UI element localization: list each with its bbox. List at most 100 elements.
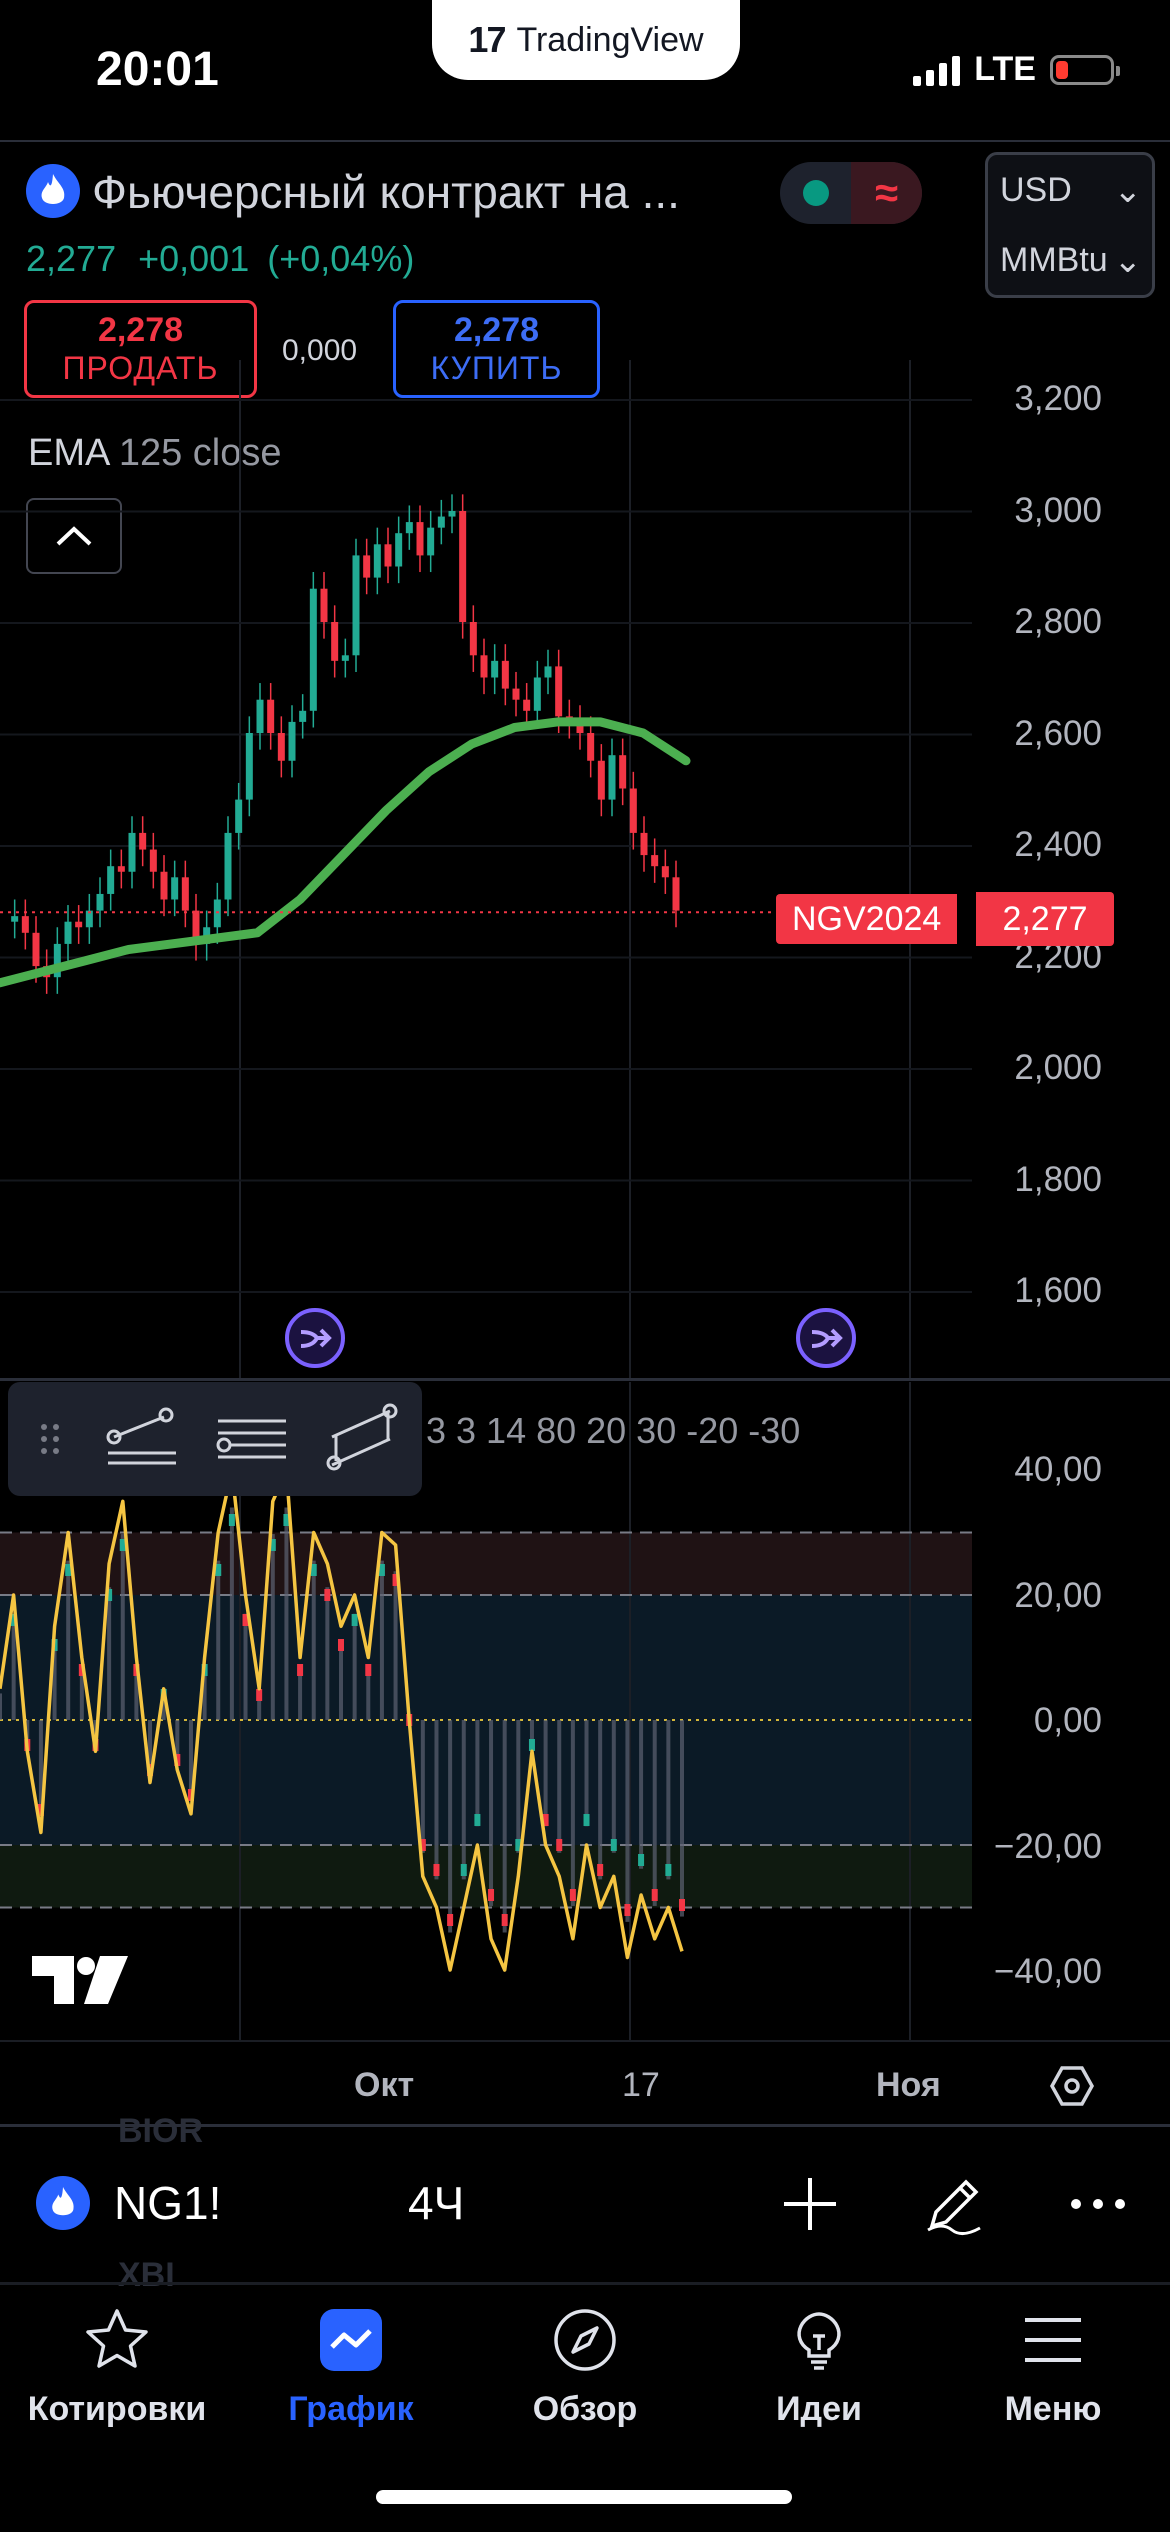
histogram-bar [311, 1560, 316, 1720]
candle-body [299, 710, 307, 722]
tab-chart[interactable]: График [234, 2300, 468, 2440]
horizontal-lines-tool-icon[interactable] [210, 1399, 294, 1479]
histogram-bar [570, 1720, 575, 1906]
last-price-tag: 2,277 [976, 892, 1114, 946]
ema-line [0, 717, 691, 988]
osc-candle [351, 1614, 358, 1626]
plus-icon [784, 2178, 836, 2230]
osc-candle [256, 1689, 263, 1701]
histogram-bar [107, 1587, 112, 1720]
x-axis-line [0, 2040, 1170, 2042]
candle-body [523, 699, 531, 711]
osc-y-tick-label: 20,00 [1014, 1575, 1102, 1615]
histogram-bar [666, 1720, 671, 1880]
flame-icon [26, 164, 80, 218]
interval-button[interactable]: 4Ч [408, 2176, 464, 2230]
histogram-bar [625, 1720, 630, 1922]
candle-body [395, 533, 403, 567]
osc-y-tick-label: 40,00 [1014, 1450, 1102, 1489]
x-tick-label: Окт [354, 2066, 415, 2104]
osc-candle [488, 1889, 495, 1901]
price-chart[interactable] [0, 360, 972, 1380]
drawing-toolbar[interactable] [8, 1382, 422, 1496]
osc-candle [651, 1889, 658, 1901]
symbol-name[interactable]: Фьючерсный контракт на ... [92, 165, 680, 219]
home-indicator[interactable] [376, 2490, 792, 2504]
drag-handle-icon[interactable] [20, 1409, 80, 1469]
status-time: 20:01 [96, 43, 219, 96]
candle-body [117, 866, 125, 872]
drawing-tools-button[interactable] [914, 2164, 994, 2244]
symbol-search-button[interactable]: NG1! [114, 2176, 221, 2230]
star-icon [86, 2309, 148, 2368]
tab-menu[interactable]: Меню [936, 2300, 1170, 2440]
osc-candle [338, 1639, 344, 1651]
x-tick-label: 17 [622, 2066, 660, 2104]
candle-body [171, 877, 179, 900]
tab-ideas[interactable]: Идеи [702, 2300, 936, 2440]
oscillator-legend-values[interactable]: 3 3 14 80 20 30 -20 -30 [426, 1410, 800, 1452]
histogram-bar [325, 1587, 330, 1720]
y-tick-label: 2,000 [1014, 1048, 1102, 1087]
sell-price: 2,278 [97, 311, 184, 350]
candle-body [235, 799, 243, 833]
histogram-bar [557, 1720, 562, 1853]
osc-candle [528, 1739, 535, 1751]
battery-icon [1050, 54, 1120, 85]
histogram-bar [652, 1720, 657, 1906]
candle-body [544, 666, 552, 678]
currency-value: USD [1000, 171, 1072, 209]
candle-body [245, 733, 253, 800]
currency-unit-selector[interactable]: USD ⌄ MMBtu ⌄ [985, 152, 1155, 298]
histogram-bar [502, 1720, 507, 1933]
histogram-bar [598, 1720, 603, 1880]
chart-settings-icon[interactable] [1048, 2062, 1096, 2110]
event-marker-icon[interactable] [283, 1306, 347, 1370]
candle-body [21, 916, 29, 933]
osc-candle [665, 1864, 672, 1876]
histogram-bar [461, 1720, 466, 1880]
chevron-down-icon: ⌄ [1113, 242, 1143, 280]
candle-body [501, 660, 509, 689]
add-button[interactable] [770, 2164, 850, 2244]
candle-body [160, 871, 168, 900]
histogram-bar [680, 1720, 684, 1917]
histogram-bar [216, 1560, 221, 1720]
tab-quotes[interactable]: Котировки [0, 2300, 234, 2440]
trend-line-tool-icon[interactable] [100, 1399, 184, 1479]
candle-body [288, 721, 296, 761]
pane-separator[interactable] [0, 1378, 1170, 1381]
candle-body [96, 893, 104, 911]
tradingview-pill[interactable]: 17 TradingView [432, 0, 740, 80]
signal-icon [913, 54, 961, 86]
market-open-icon [802, 180, 829, 206]
histogram-bar [339, 1640, 343, 1720]
candle-body [75, 921, 83, 928]
more-button[interactable] [1058, 2164, 1138, 2244]
market-status-pill[interactable]: ≈ [780, 162, 922, 224]
chart-icon [320, 2309, 382, 2371]
candle-body [64, 921, 72, 944]
candle-body [405, 522, 413, 534]
y-tick-label: 2,800 [1014, 602, 1102, 641]
event-marker-icon[interactable] [794, 1306, 858, 1370]
scroll-hint-text: BIOR [118, 2112, 203, 2150]
tab-label: Идеи [776, 2390, 862, 2428]
histogram-bar [448, 1720, 453, 1933]
parallel-channel-tool-icon[interactable] [320, 1399, 404, 1479]
candle-body [629, 788, 637, 833]
candle-body [331, 622, 339, 661]
candle-body [256, 699, 264, 733]
overbought-band [0, 1532, 972, 1595]
osc-y-tick-label: 0,00 [1033, 1701, 1102, 1740]
candle-body [448, 511, 456, 517]
candle-body [309, 588, 317, 711]
histogram-bar [489, 1720, 494, 1906]
session-icon: ≈ [851, 162, 922, 224]
candle-body [320, 588, 328, 622]
tab-overview[interactable]: Обзор [468, 2300, 702, 2440]
price-change-line: 2,277 +0,001 (+0,04%) [26, 238, 414, 280]
candle-body [139, 832, 147, 850]
osc-candle [583, 1814, 590, 1826]
candle-body [437, 516, 445, 528]
